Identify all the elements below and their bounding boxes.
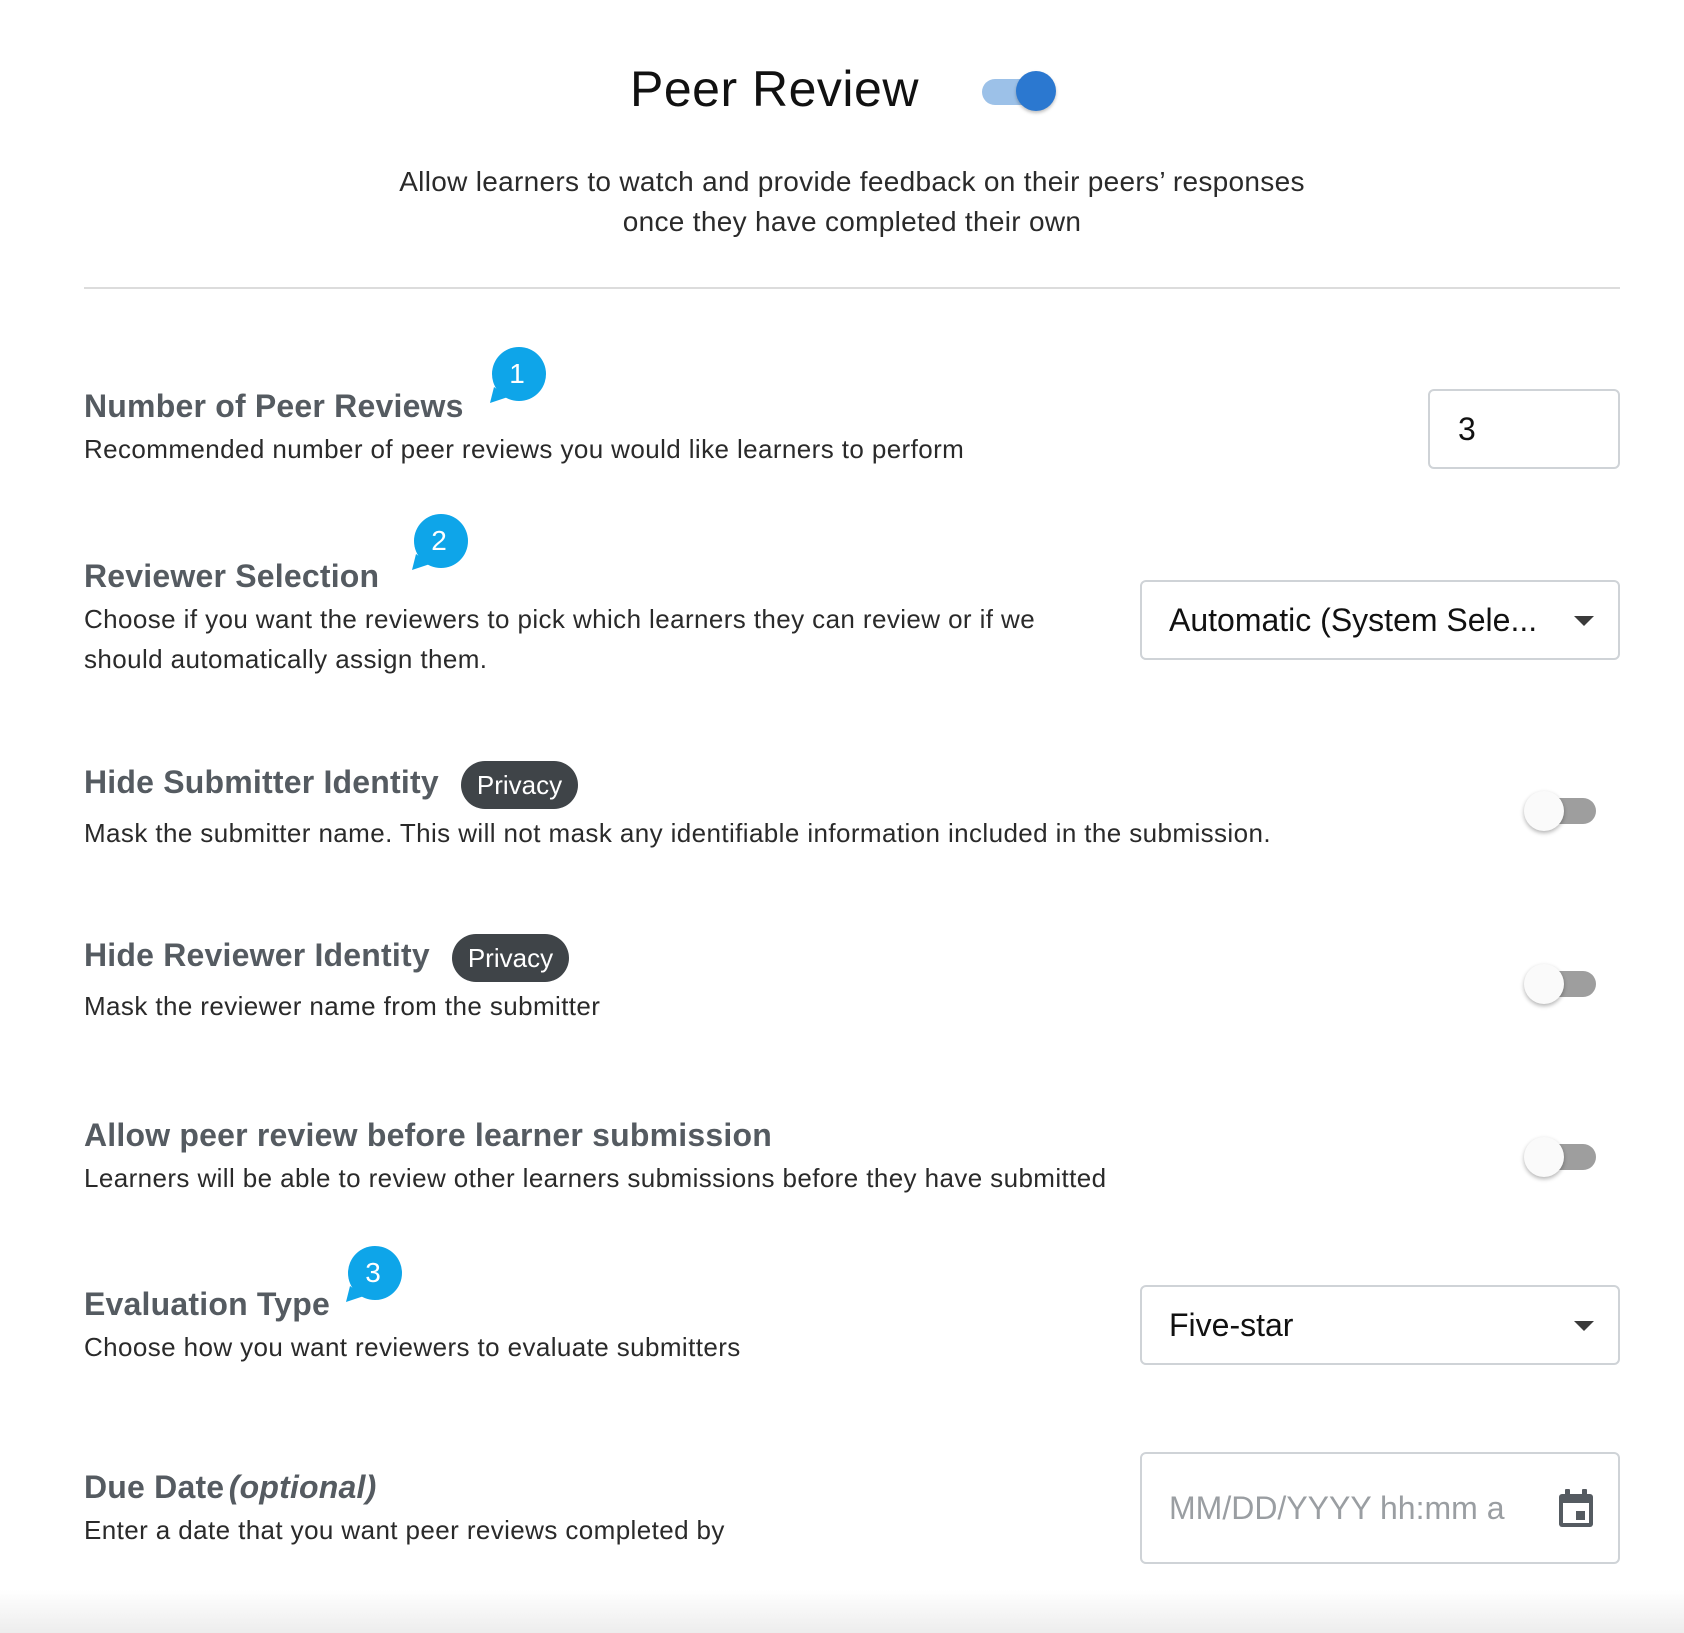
allow-before-submission-toggle[interactable] [1524, 1135, 1598, 1179]
hide-submitter-row: Hide Submitter Identity Privacy Mask the … [84, 760, 1620, 853]
calendar-icon[interactable] [1556, 1488, 1596, 1530]
toggle-knob [1524, 1137, 1564, 1177]
step-marker-number: 2 [431, 525, 447, 556]
due-date-title: Due Date [84, 1469, 225, 1505]
evaluation-type-title: Evaluation Type [84, 1286, 331, 1322]
page-title: Peer Review [630, 61, 919, 117]
num-reviews-title: Number of Peer Reviews [84, 388, 464, 424]
toggle-knob [1016, 71, 1056, 111]
evaluation-type-dropdown[interactable]: Five-star [1140, 1285, 1620, 1365]
hide-reviewer-toggle[interactable] [1524, 962, 1598, 1006]
hide-reviewer-description: Mask the reviewer name from the submitte… [84, 990, 601, 1021]
step-marker-1: 1 [488, 347, 546, 403]
num-reviews-row: Number of Peer Reviews Recommended numbe… [84, 388, 1620, 469]
due-date-optional-label: (optional) [228, 1469, 377, 1505]
reviewer-selection-dropdown[interactable]: Automatic (System Sele... [1140, 580, 1620, 660]
step-marker-number: 1 [509, 358, 525, 389]
due-date-field[interactable]: MM/DD/YYYY hh:mm a [1140, 1452, 1620, 1564]
allow-before-submission-description: Learners will be able to review other le… [84, 1163, 1107, 1193]
evaluation-type-value: Five-star [1169, 1307, 1294, 1343]
peer-review-toggle[interactable] [982, 70, 1056, 112]
hide-submitter-description: Mask the submitter name. This will not m… [84, 817, 1271, 848]
reviewer-selection-title: Reviewer Selection [84, 558, 380, 594]
toggle-knob [1524, 964, 1564, 1004]
num-reviews-description: Recommended number of peer reviews you w… [84, 434, 965, 464]
subtitle-line-2: once they have completed their own [622, 206, 1082, 237]
page-subtitle: Allow learners to watch and provide feed… [330, 162, 1374, 242]
subtitle-line-1: Allow learners to watch and provide feed… [399, 166, 1305, 197]
allow-before-submission-title: Allow peer review before learner submiss… [84, 1117, 772, 1153]
bottom-fade [0, 1590, 1684, 1633]
privacy-badge: Privacy [451, 933, 570, 982]
hide-submitter-toggle[interactable] [1524, 789, 1598, 833]
allow-before-submission-row: Allow peer review before learner submiss… [84, 1117, 1620, 1198]
chevron-down-icon [1574, 616, 1594, 626]
num-reviews-input[interactable] [1428, 389, 1620, 469]
hide-submitter-title: Hide Submitter Identity [84, 764, 439, 800]
step-marker-2: 2 [410, 514, 468, 570]
step-marker-3: 3 [344, 1246, 402, 1302]
toggle-knob [1524, 791, 1564, 831]
hide-reviewer-row: Hide Reviewer Identity Privacy Mask the r… [84, 933, 1620, 1026]
chevron-down-icon [1574, 1321, 1594, 1331]
peer-review-header: Peer Review Allow learners to watch and … [0, 0, 1684, 300]
header-divider [84, 287, 1620, 289]
reviewer-selection-value: Automatic (System Sele... [1169, 602, 1538, 638]
hide-reviewer-title: Hide Reviewer Identity [84, 937, 430, 973]
due-date-placeholder[interactable]: MM/DD/YYYY hh:mm a [1169, 1454, 1529, 1562]
privacy-badge: Privacy [460, 760, 579, 809]
step-marker-number: 3 [365, 1257, 381, 1288]
